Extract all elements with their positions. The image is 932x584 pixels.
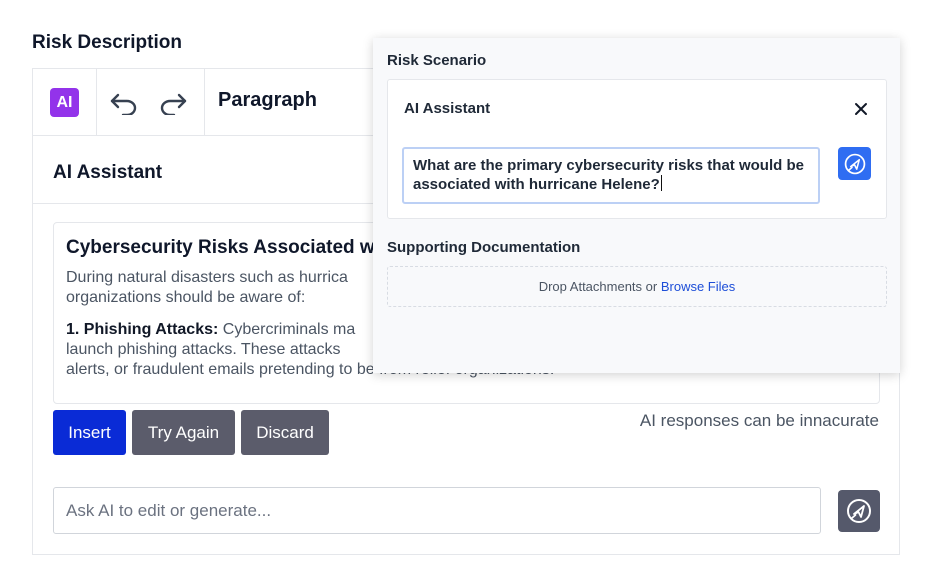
ai-disclaimer: AI responses can be innacurate (639, 411, 879, 430)
browse-files-link[interactable]: Browse Files (661, 279, 735, 294)
section-title: Risk Description (32, 32, 182, 53)
ai-assistant-card: AI Assistant What are the primary cybers… (387, 79, 887, 219)
ask-ai-send-button[interactable] (838, 490, 880, 532)
try-again-button[interactable]: Try Again (132, 410, 235, 455)
popover-title: Risk Scenario (387, 52, 487, 69)
undo-button[interactable] (107, 89, 141, 117)
close-icon (855, 103, 867, 115)
ask-ai-input[interactable] (53, 487, 821, 534)
paragraph-style-select[interactable]: Paragraph (218, 89, 317, 112)
undo-icon (110, 93, 137, 115)
discard-button[interactable]: Discard (241, 410, 329, 455)
attachment-dropzone[interactable]: Drop Attachments or Browse Files (387, 266, 887, 307)
redo-icon (160, 93, 187, 115)
close-button[interactable] (852, 100, 870, 118)
ai-prompt-send-button[interactable] (838, 147, 871, 180)
toolbar-history-group (97, 69, 205, 135)
supporting-docs-title: Supporting Documentation (387, 239, 581, 256)
toolbar-ai-group: AI (33, 69, 97, 135)
send-rocket-icon (844, 153, 865, 174)
ai-assistant-title: AI Assistant (404, 100, 491, 117)
dropzone-text: Drop Attachments or (538, 279, 661, 294)
send-rocket-icon (847, 499, 871, 523)
ai-assistant-header: AI Assistant (53, 162, 163, 183)
ai-button[interactable]: AI (50, 88, 79, 117)
redo-button[interactable] (156, 89, 190, 117)
text-cursor (660, 175, 662, 191)
response-item-text: Cybercriminals ma (218, 321, 356, 338)
ai-prompt-text: What are the primary cybersecurity risks… (413, 157, 804, 193)
ai-prompt-field[interactable]: What are the primary cybersecurity risks… (402, 147, 820, 204)
risk-scenario-popover: Risk Scenario AI Assistant What are the … (373, 38, 900, 373)
response-item-heading: 1. Phishing Attacks: (66, 321, 219, 338)
insert-button[interactable]: Insert (53, 410, 126, 455)
